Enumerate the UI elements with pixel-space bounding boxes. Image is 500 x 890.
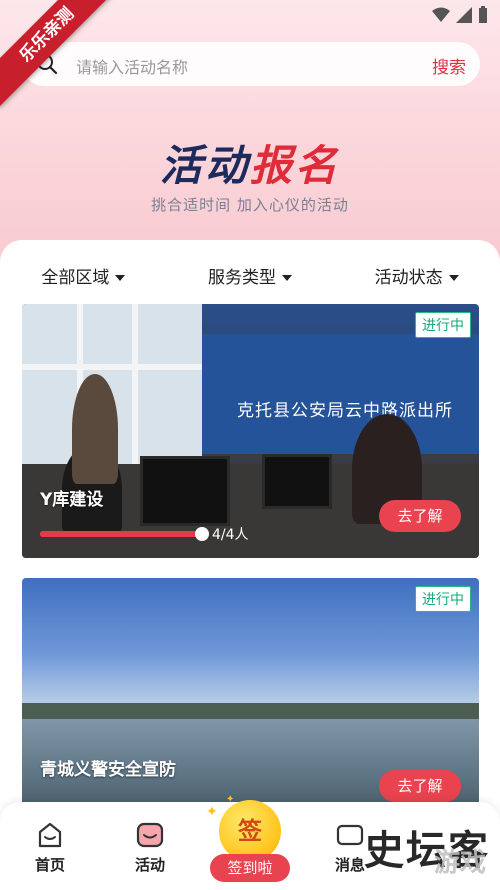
status-badge: 进行中 xyxy=(415,586,471,612)
filter-activity-status[interactable]: 活动状态 xyxy=(333,260,500,296)
banner-title-part2: 报名 xyxy=(250,141,341,190)
signal-icon xyxy=(456,7,472,23)
progress-knob xyxy=(195,527,209,541)
tab-activity[interactable]: 活动 xyxy=(120,820,180,875)
activity-title: Y库建设 xyxy=(40,490,104,510)
filter-service-type[interactable]: 服务类型 xyxy=(167,260,334,296)
checkin-label: 签到啦 xyxy=(210,854,290,882)
tab-home[interactable]: 首页 xyxy=(20,820,80,875)
progress-bar xyxy=(40,527,209,541)
photo-person xyxy=(72,374,118,484)
tab-home-label: 首页 xyxy=(34,856,65,874)
battery-icon xyxy=(479,6,487,23)
home-icon xyxy=(38,822,62,848)
message-icon xyxy=(336,824,364,846)
photo-wall xyxy=(202,334,479,454)
learn-more-button[interactable]: 去了解 xyxy=(379,500,461,532)
caret-down-icon xyxy=(282,275,292,281)
banner-title-part1: 活动 xyxy=(159,141,250,190)
learn-more-button[interactable]: 去了解 xyxy=(379,770,461,802)
search-bar[interactable]: 请输入活动名称 搜索 xyxy=(22,42,480,86)
filter-bar: 全部区域 服务类型 活动状态 xyxy=(0,260,500,296)
wifi-icon xyxy=(432,7,450,22)
activity-title: 青城义警安全宣防 xyxy=(40,760,176,780)
sparkle-icon: ✦ xyxy=(206,804,218,820)
search-input[interactable]: 请输入活动名称 xyxy=(76,54,188,78)
filter-activity-status-label: 活动状态 xyxy=(374,268,443,288)
sparkle-icon: ✦ xyxy=(226,794,235,805)
filter-region-label: 全部区域 xyxy=(41,268,110,288)
watermark-sub: 游戏 xyxy=(433,848,486,878)
banner-subtitle: 挑合适时间 加入心仪的活动 xyxy=(151,196,349,214)
search-button[interactable]: 搜索 xyxy=(432,53,466,78)
activity-icon xyxy=(136,822,164,848)
status-badge: 进行中 xyxy=(415,312,471,338)
activity-card[interactable]: 克托县公安局云中路派出所 进行中 Y库建设 4/4人 去了解 xyxy=(22,304,479,558)
banner-title: 活动报名 xyxy=(0,132,500,193)
photo-monitor xyxy=(140,456,230,526)
filter-service-type-label: 服务类型 xyxy=(208,268,276,288)
photo-monitor xyxy=(262,454,332,509)
progress-count: 4/4人 xyxy=(212,527,249,543)
caret-down-icon xyxy=(448,275,459,281)
progress-fill xyxy=(40,531,202,537)
photo-horizon xyxy=(22,703,479,719)
activity-list-panel: 全部区域 服务类型 活动状态 克托县公安局云中路派出所 进行中 Y库建设 4/4… xyxy=(0,240,500,890)
caret-down-icon xyxy=(115,275,126,281)
photo-sign-text: 克托县公安局云中路派出所 xyxy=(237,401,453,421)
tab-activity-label: 活动 xyxy=(134,856,165,874)
activity-card[interactable]: 进行中 青城义警安全宣防 去了解 xyxy=(22,578,479,832)
checkin-icon: 签 xyxy=(219,800,281,862)
filter-region[interactable]: 全部区域 xyxy=(0,260,167,296)
